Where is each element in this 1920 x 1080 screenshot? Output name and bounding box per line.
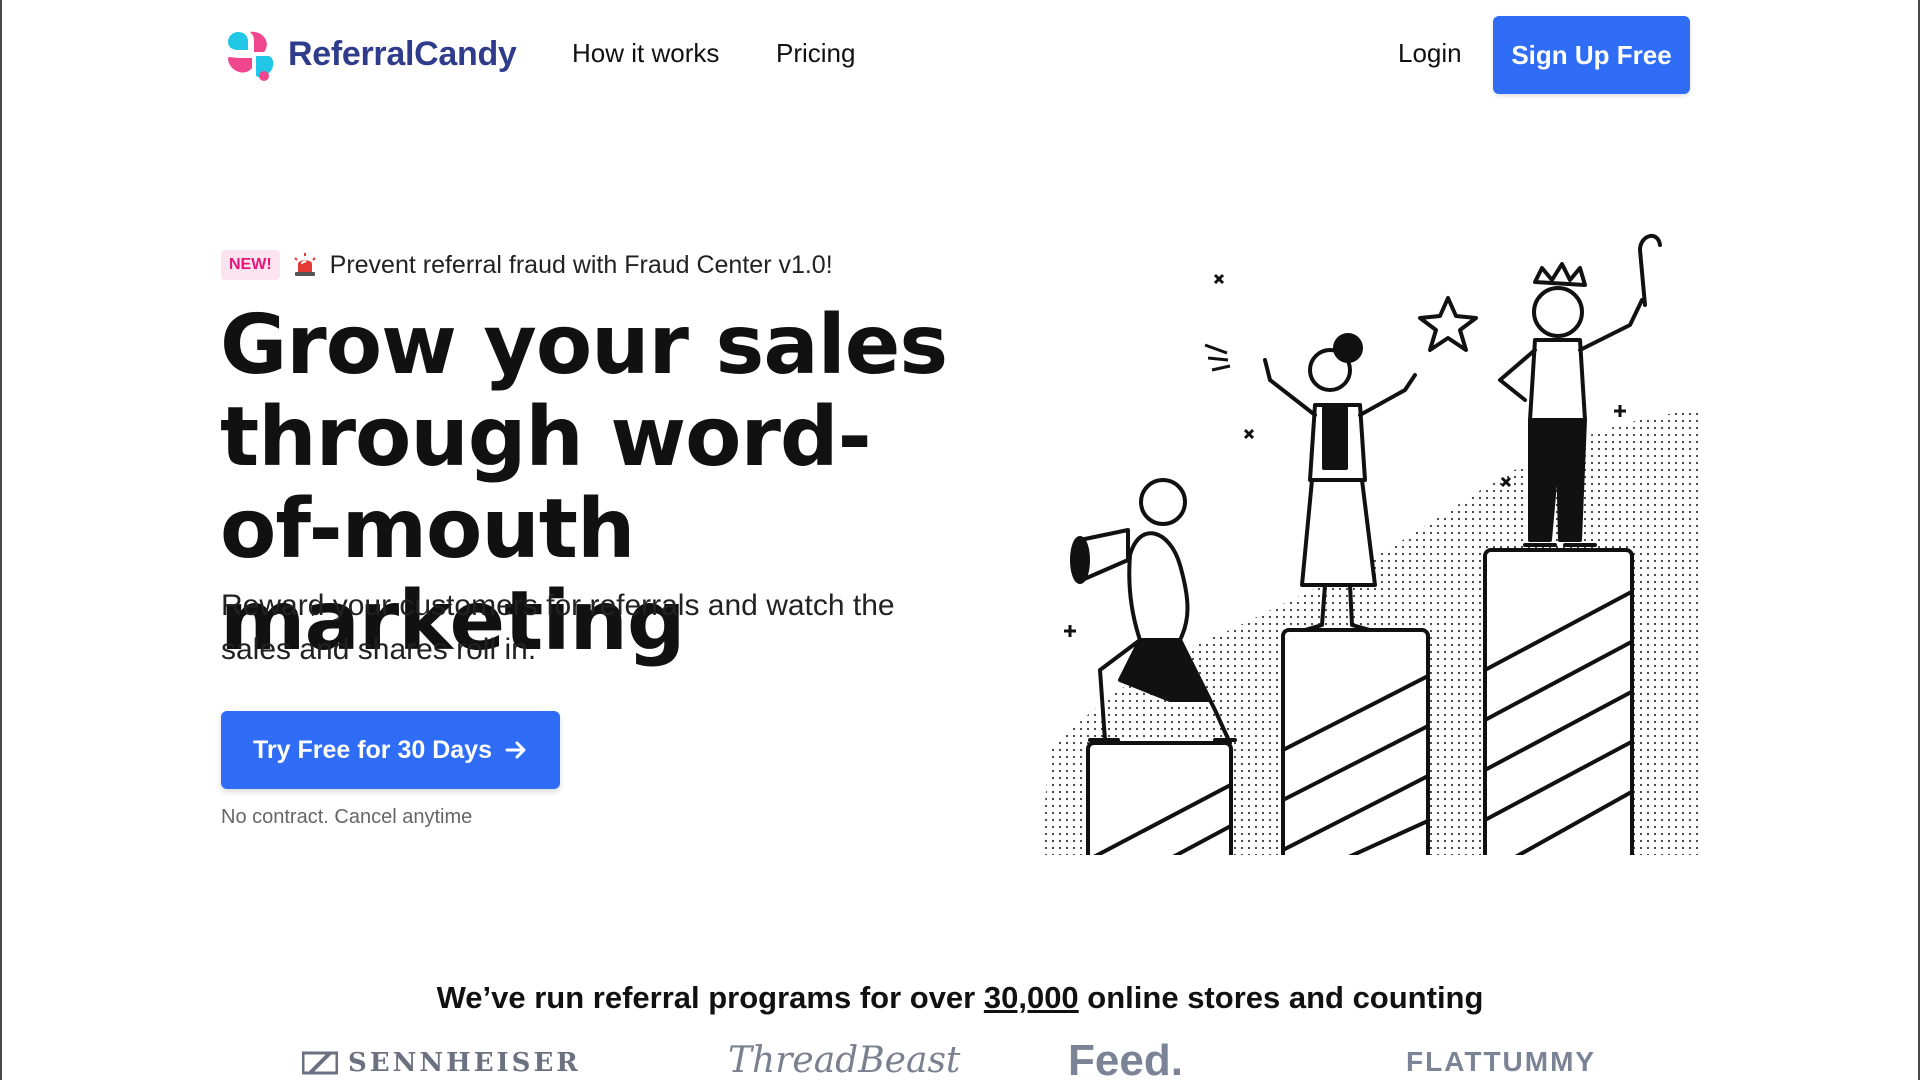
no-contract-note: No contract. Cancel anytime: [221, 806, 473, 828]
new-badge: NEW!: [221, 250, 280, 280]
podium-people-illustration: [1040, 234, 1700, 855]
window-left-border: [0, 0, 2, 1080]
top-navigation: ReferralCandy How it works Pricing Login…: [0, 0, 1920, 110]
referralcandy-logo[interactable]: ReferralCandy: [220, 24, 517, 84]
login-link[interactable]: Login: [1398, 38, 1462, 69]
try-free-label: Try Free for 30 Days: [252, 735, 492, 764]
siren-icon: [293, 253, 316, 276]
announcement-text: Prevent referral fraud with Fraud Center…: [329, 250, 833, 279]
sennheiser-mark-icon: [302, 1051, 338, 1075]
flattummy-logo: FLATTUMMY: [1406, 1046, 1597, 1077]
threadbeast-logo: ThreadBeast: [728, 1040, 961, 1080]
proof-text-after: online stores and counting: [1078, 980, 1484, 1015]
sennheiser-logo: SENNHEISER: [302, 1048, 581, 1078]
customer-logos: SENNHEISER ThreadBeast Feed. FLATTUMMY: [0, 1036, 1920, 1080]
sennheiser-text: SENNHEISER: [348, 1048, 581, 1078]
candy-swirl-icon: [228, 31, 274, 81]
hero-subheading: Reward your customers for referrals and …: [221, 589, 895, 666]
logo-text: ReferralCandy: [288, 34, 517, 73]
sign-up-button[interactable]: Sign Up Free: [1493, 16, 1690, 94]
proof-count: 30,000: [983, 980, 1079, 1015]
arrow-right-icon: [505, 741, 526, 759]
nav-pricing[interactable]: Pricing: [776, 38, 855, 69]
try-free-button[interactable]: Try Free for 30 Days: [221, 711, 560, 789]
announcement-banner[interactable]: NEW! Prevent referral fraud with Fraud C…: [221, 250, 833, 280]
nav-how-it-works[interactable]: How it works: [572, 38, 719, 69]
feed-logo: Feed.: [1068, 1036, 1183, 1080]
social-proof-text: We’ve run referral programs for over 30,…: [0, 980, 1920, 1016]
proof-text-before: We’ve run referral programs for over: [436, 980, 984, 1015]
